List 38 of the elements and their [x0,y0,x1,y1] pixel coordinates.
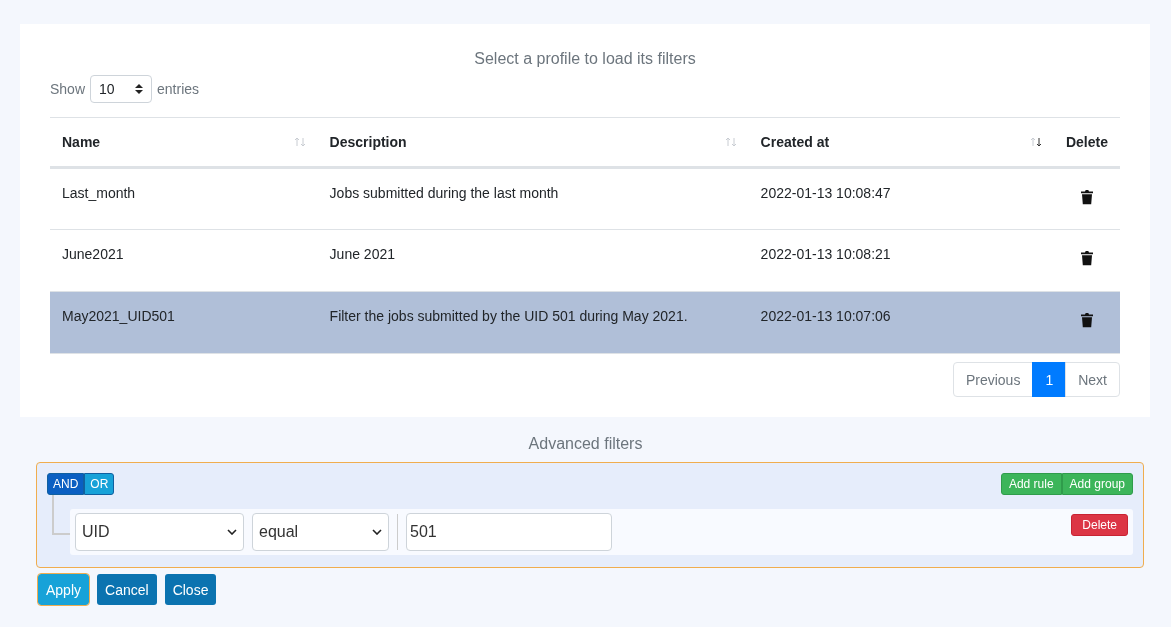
column-header[interactable]: Delete [1065,134,1108,150]
chevron-down-icon [227,529,237,535]
page-button[interactable]: Previous [952,362,1034,397]
page-button[interactable]: Next [1065,362,1120,397]
table-cell: 2022-01-13 10:08:21 [760,246,891,262]
table-cell: Last_month [62,185,136,201]
table-row[interactable]: May2021_UID501 Filter the jobs submitted by the UID 501 during May 2021. 2022-01-13 10:07:06 [50,291,1120,354]
field-select[interactable]: UID [75,513,244,551]
column-header[interactable]: Created at [760,134,830,150]
table-cell: May2021_UID501 [62,308,175,324]
table-cell: 2022-01-13 10:07:06 [760,308,891,324]
trash-icon[interactable] [1080,312,1094,328]
action-button[interactable]: Cancel [97,574,157,605]
trash-icon[interactable] [1080,189,1094,205]
sort-icon[interactable] [1029,137,1042,147]
panel-title: Select a profile to load its filters [473,50,697,68]
trash-icon[interactable] [1080,250,1094,266]
entries-select[interactable]: 10 [90,75,153,103]
table-row[interactable]: Last_month Jobs submitted during the last month 2022-01-13 10:08:47 [50,167,1120,230]
table-cell: 2022-01-13 10:08:47 [760,185,891,201]
show-label: Show [50,81,86,97]
table-cell: June 2021 [329,246,395,262]
table-cell: Jobs submitted during the last month [329,185,559,201]
entries-label: entries [157,81,200,97]
condition-toggle[interactable]: AND [47,473,85,495]
section-title: Advanced filters [527,435,644,453]
table-cell: Filter the jobs submitted by the UID 501 during May 2021. [329,308,688,324]
column-header[interactable]: Description [329,134,407,150]
chevron-down-icon [372,529,382,535]
column-header[interactable]: Name [62,134,101,150]
table-row[interactable]: June2021 June 2021 2022-01-13 10:08:21 [50,229,1120,292]
page-button[interactable]: 1 [1032,362,1067,397]
table-cell: June2021 [62,246,124,262]
sort-arrows-icon [135,84,144,94]
operator-select[interactable]: equal [252,513,389,551]
delete-button[interactable]: Delete [1071,514,1128,536]
action-button[interactable]: Close [164,574,217,605]
value-input[interactable]: 501 [406,513,612,551]
